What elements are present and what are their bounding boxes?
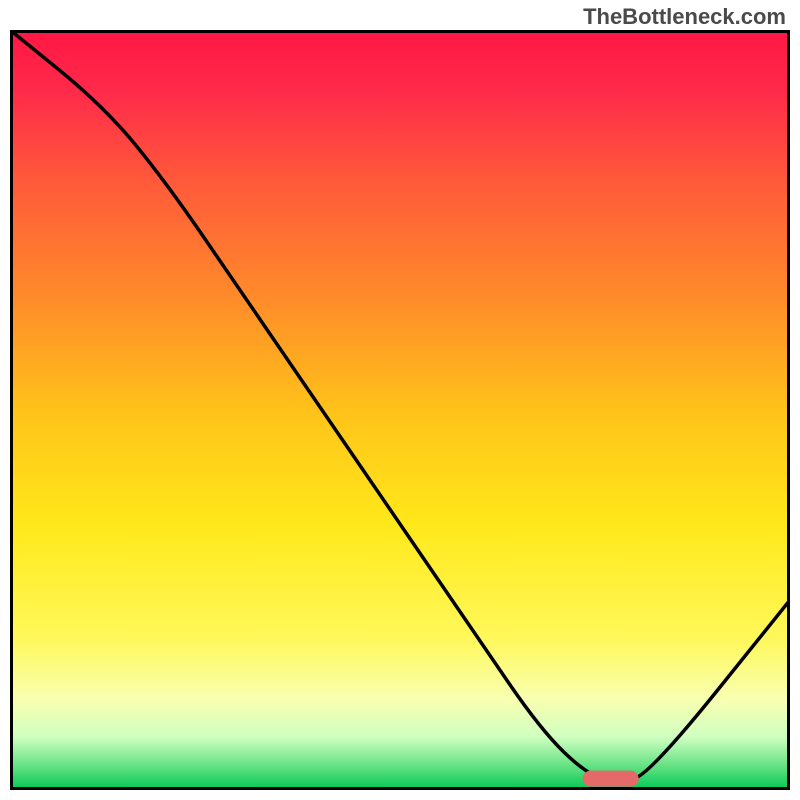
chart-svg: [10, 30, 790, 790]
watermark-text: TheBottleneck.com: [583, 4, 786, 30]
optimal-marker: [583, 771, 639, 787]
gradient-background: [10, 30, 790, 790]
chart-area: [10, 30, 790, 790]
